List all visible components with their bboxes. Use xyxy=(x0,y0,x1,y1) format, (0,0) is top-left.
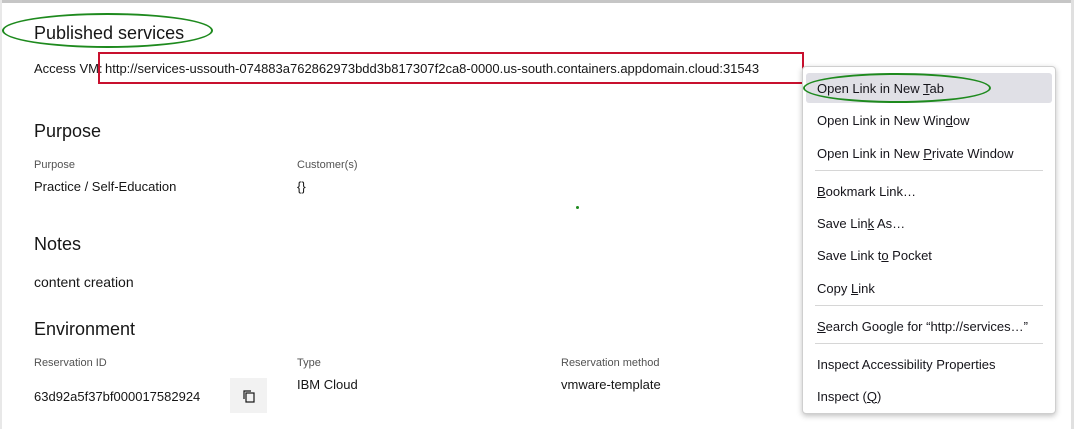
reservation-id-label: Reservation ID xyxy=(34,357,107,369)
menu-item-search-google[interactable]: Search Google for “http://services…” xyxy=(806,311,1052,341)
menu-item-label: Save Link As… xyxy=(817,215,906,231)
menu-item-label: Open Link in New Window xyxy=(817,112,970,128)
copy-reservation-id-button[interactable] xyxy=(230,378,267,413)
menu-item-save-to-pocket[interactable]: Save Link to Pocket xyxy=(806,240,1052,270)
customers-value: {} xyxy=(297,179,306,194)
menu-item-label: Inspect Accessibility Properties xyxy=(817,356,996,372)
environment-heading: Environment xyxy=(34,319,136,339)
purpose-heading: Purpose xyxy=(34,121,102,141)
highlight-box-access-link xyxy=(98,52,804,84)
context-menu: Open Link in New Tab Open Link in New Wi… xyxy=(802,66,1056,414)
purpose-value: Practice / Self-Education xyxy=(34,179,177,194)
copy-icon xyxy=(242,389,255,403)
published-services-heading: Published services xyxy=(34,23,185,43)
highlight-ellipse-open-new-tab xyxy=(803,73,991,103)
menu-separator xyxy=(815,305,1043,306)
customers-label: Customer(s) xyxy=(297,159,358,171)
menu-item-inspect[interactable]: Inspect (Q) xyxy=(806,381,1052,411)
menu-item-bookmark-link[interactable]: Bookmark Link… xyxy=(806,176,1052,206)
reservation-method-value: vmware-template xyxy=(561,377,661,392)
notes-heading: Notes xyxy=(34,234,82,254)
menu-item-save-link-as[interactable]: Save Link As… xyxy=(806,208,1052,238)
menu-item-copy-link[interactable]: Copy Link xyxy=(806,273,1052,303)
menu-separator xyxy=(815,170,1043,171)
menu-item-label: Open Link in New Private Window xyxy=(817,145,1014,161)
menu-item-label: Save Link to Pocket xyxy=(817,247,932,263)
window-top-border xyxy=(0,0,1074,3)
menu-item-inspect-accessibility[interactable]: Inspect Accessibility Properties xyxy=(806,349,1052,379)
reservation-id-value: 63d92a5f37bf000017582924 xyxy=(34,389,201,404)
menu-item-open-new-window[interactable]: Open Link in New Window xyxy=(806,105,1052,135)
type-value: IBM Cloud xyxy=(297,377,358,392)
menu-item-label: Inspect (Q) xyxy=(817,388,882,404)
menu-item-label: Bookmark Link… xyxy=(817,183,916,199)
purpose-label: Purpose xyxy=(34,159,75,171)
notes-value: content creation xyxy=(34,274,134,290)
menu-separator xyxy=(815,343,1043,344)
menu-item-label: Copy Link xyxy=(817,280,875,296)
menu-item-label: Search Google for “http://services…” xyxy=(817,318,1028,334)
access-vm-label: Access VM: xyxy=(34,61,103,76)
type-label: Type xyxy=(297,357,321,369)
window-left-border xyxy=(0,0,2,429)
reservation-method-label: Reservation method xyxy=(561,357,660,369)
menu-item-open-private-window[interactable]: Open Link in New Private Window xyxy=(806,138,1052,168)
stray-mark xyxy=(576,206,579,209)
